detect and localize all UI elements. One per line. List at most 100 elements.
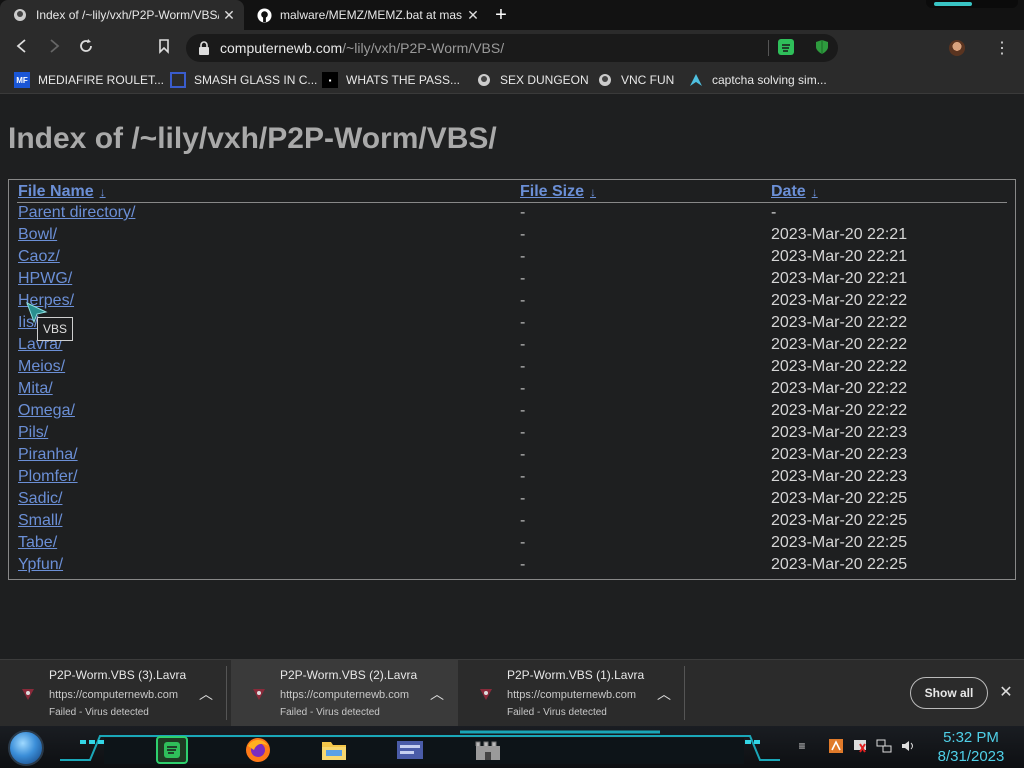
file-date: 2023-Mar-20 22:22	[771, 358, 908, 375]
download-item[interactable]: P2P-Worm.VBS (2).Lavra https://computern…	[231, 660, 458, 726]
download-item[interactable]: P2P-Worm.VBS (3).Lavra https://computern…	[0, 660, 227, 726]
column-header-size[interactable]: File Size ↓	[520, 182, 771, 202]
file-date: 2023-Mar-20 22:22	[771, 292, 908, 309]
chevron-up-icon[interactable]: ︿	[656, 684, 672, 702]
chevron-up-icon[interactable]: ︿	[429, 684, 445, 702]
download-status: Failed - Virus detected	[280, 707, 380, 718]
bookmark-item[interactable]: VNC FUN	[597, 71, 674, 89]
bookmark-icon[interactable]	[154, 38, 174, 58]
file-date: 2023-Mar-20 22:23	[771, 468, 908, 485]
download-source: https://computernewb.com	[280, 689, 410, 701]
file-size: -	[520, 358, 526, 375]
file-link[interactable]: Mita/	[18, 380, 53, 397]
close-icon[interactable]: ✕	[997, 684, 1015, 702]
taskbar: ≡ 5:32 PM 8/31/2023	[0, 726, 1024, 768]
file-size: -	[520, 314, 526, 331]
file-size: -	[520, 534, 526, 551]
file-link[interactable]: Caoz/	[18, 248, 60, 265]
download-item[interactable]: P2P-Worm.VBS (1).Lavra https://computern…	[458, 660, 685, 726]
file-icon	[478, 686, 494, 702]
clock[interactable]: 5:32 PM 8/31/2023	[932, 728, 1010, 766]
tab-github[interactable]: malware/MEMZ/MEMZ.bat at mas ✕	[244, 0, 484, 30]
bookmark-item[interactable]: SMASH GLASS IN C...	[170, 71, 317, 89]
network-icon[interactable]	[876, 738, 892, 754]
site-logo-icon	[597, 72, 613, 88]
close-icon[interactable]: ✕	[463, 7, 483, 24]
chevron-up-icon[interactable]: ︿	[198, 684, 214, 702]
app-tray-icon[interactable]	[828, 738, 844, 754]
tab-index[interactable]: Index of /~lily/vxh/P2P-Worm/VBS/ ✕	[0, 0, 244, 30]
window-controls[interactable]	[926, 0, 1018, 8]
file-link[interactable]: Pils/	[18, 424, 48, 441]
new-tab-button[interactable]: +	[490, 5, 512, 25]
shield-icon[interactable]	[814, 39, 830, 55]
table-row: Pils/ - 2023-Mar-20 22:23	[18, 422, 1011, 444]
firefox-icon[interactable]	[242, 736, 274, 764]
file-link[interactable]: Bowl/	[18, 226, 57, 243]
forward-icon[interactable]	[44, 38, 64, 58]
file-date: 2023-Mar-20 22:25	[771, 534, 908, 551]
bookmark-item[interactable]: captcha solving sim...	[688, 71, 827, 89]
close-icon[interactable]: ✕	[219, 7, 239, 24]
sort-arrow-icon[interactable]: ↓	[100, 185, 106, 199]
volume-icon[interactable]	[900, 738, 916, 754]
file-size: -	[520, 226, 526, 243]
file-link[interactable]: Omega/	[18, 402, 75, 419]
column-header-name[interactable]: File Name ↓	[18, 182, 520, 202]
bookmark-item[interactable]: SEX DUNGEON	[476, 71, 589, 89]
address-bar[interactable]: computernewb.com/~lily/vxh/P2P-Worm/VBS/	[186, 34, 838, 62]
file-date: 2023-Mar-20 22:21	[771, 270, 908, 287]
file-link[interactable]: HPWG/	[18, 270, 72, 287]
bookmark-item[interactable]: MF MEDIAFIRE ROULET...	[14, 71, 164, 89]
file-size: -	[520, 336, 526, 353]
glass-icon	[170, 72, 186, 88]
file-date: 2023-Mar-20 22:25	[771, 556, 908, 573]
reload-icon[interactable]	[76, 38, 96, 58]
file-rows: Parent directory/ - - Bowl/ - 2023-Mar-20 22:…	[18, 202, 1011, 576]
file-size: -	[520, 380, 526, 397]
file-size: -	[520, 402, 526, 419]
url-text: computernewb.com/~lily/vxh/P2P-Worm/VBS/	[220, 40, 505, 56]
start-button[interactable]	[8, 730, 44, 766]
file-link[interactable]: Small/	[18, 512, 62, 529]
sort-by-size-link[interactable]: File Size	[520, 183, 584, 200]
taskbar-grip-icon[interactable]: ≡	[794, 738, 810, 754]
bookmark-item[interactable]: ▪ WHATS THE PASS...	[322, 71, 460, 89]
spotify-app-icon[interactable]	[156, 736, 188, 764]
column-header-date[interactable]: Date ↓	[771, 182, 1011, 202]
arch-icon	[688, 72, 704, 88]
sort-by-name-link[interactable]: File Name	[18, 183, 94, 200]
sort-arrow-icon[interactable]: ↓	[590, 185, 596, 199]
site-logo-icon	[12, 7, 28, 23]
back-icon[interactable]	[12, 38, 32, 58]
sort-arrow-icon[interactable]: ↓	[812, 185, 818, 199]
file-table: File Name ↓ File Size ↓ Date ↓ Parent direc…	[18, 182, 1011, 576]
file-icon	[20, 686, 36, 702]
castle-icon[interactable]	[472, 736, 504, 764]
file-link[interactable]: Ypfun/	[18, 556, 63, 573]
file-link[interactable]: Meios/	[18, 358, 65, 375]
system-tray: ≡	[790, 734, 920, 758]
tooltip: VBS	[37, 317, 73, 341]
table-row: Omega/ - 2023-Mar-20 22:22	[18, 400, 1011, 422]
file-date: 2023-Mar-20 22:25	[771, 512, 908, 529]
sort-by-date-link[interactable]: Date	[771, 183, 806, 200]
file-explorer-icon[interactable]	[318, 736, 350, 764]
file-link[interactable]: Sadic/	[18, 490, 62, 507]
show-all-button[interactable]: Show all	[910, 677, 988, 709]
mediafire-icon: MF	[14, 72, 30, 88]
table-row: HPWG/ - 2023-Mar-20 22:21	[18, 268, 1011, 290]
file-link[interactable]: Plomfer/	[18, 468, 78, 485]
tab-title: malware/MEMZ/MEMZ.bat at mas	[280, 8, 463, 22]
flag-icon[interactable]	[852, 738, 868, 754]
file-date: 2023-Mar-20 22:22	[771, 314, 908, 331]
file-size: -	[520, 424, 526, 441]
file-link[interactable]: Parent directory/	[18, 204, 135, 221]
menu-icon[interactable]: ⋮	[994, 38, 1010, 58]
table-row: Ypfun/ - 2023-Mar-20 22:25	[18, 554, 1011, 576]
file-link[interactable]: Tabe/	[18, 534, 57, 551]
extension-spotify-icon[interactable]	[778, 39, 794, 55]
avatar[interactable]	[949, 40, 965, 56]
file-link[interactable]: Piranha/	[18, 446, 78, 463]
control-panel-icon[interactable]	[394, 736, 426, 764]
